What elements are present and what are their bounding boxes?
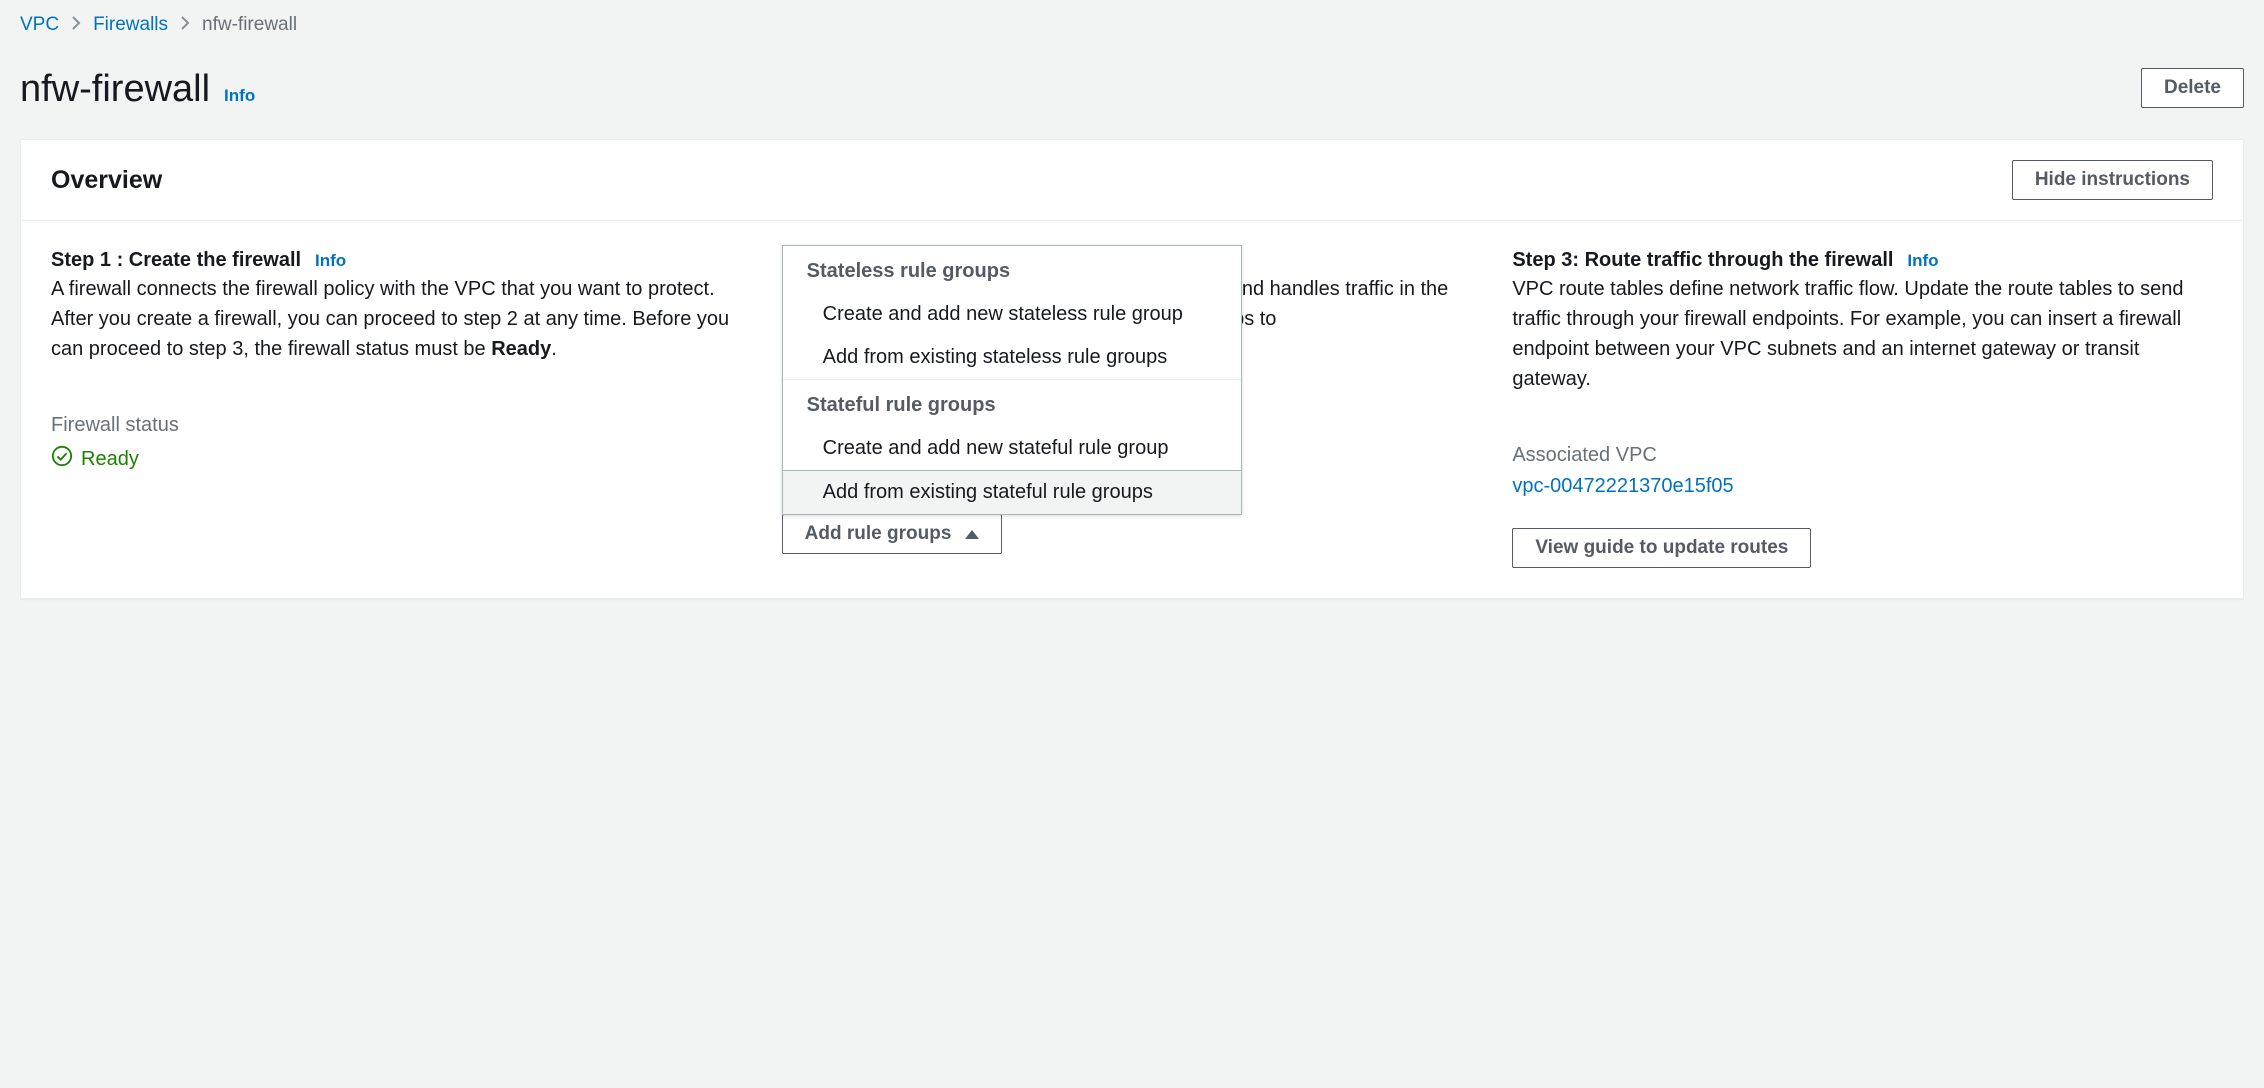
page-title: nfw-firewall [20,68,210,111]
menu-header-stateless: Stateless rule groups [783,246,1241,293]
page-header: nfw-firewall Info Delete [20,50,2244,139]
menu-item-create-stateless[interactable]: Create and add new stateless rule group [783,293,1241,336]
menu-item-existing-stateless[interactable]: Add from existing stateless rule groups [783,336,1241,379]
firewall-status-value: Ready [51,445,752,473]
chevron-right-icon [71,14,81,36]
view-guide-button[interactable]: View guide to update routes [1512,528,1811,568]
overview-title: Overview [51,166,162,195]
add-rule-groups-button[interactable]: Add rule groups [782,514,1003,554]
add-rule-groups-label: Add rule groups [805,523,952,545]
breadcrumb-firewalls[interactable]: Firewalls [93,14,168,36]
overview-header: Overview Hide instructions [21,140,2243,221]
menu-item-create-stateful[interactable]: Create and add new stateful rule group [783,427,1241,470]
firewall-status-label: Firewall status [51,414,752,437]
step3-column: Step 3: Route traffic through the firewa… [1512,249,2213,568]
delete-button[interactable]: Delete [2141,68,2244,108]
step1-description: A firewall connects the firewall policy … [51,274,752,364]
step1-info-link[interactable]: Info [315,251,346,270]
breadcrumb: VPC Firewalls nfw-firewall [20,0,2244,50]
hide-instructions-button[interactable]: Hide instructions [2012,160,2213,200]
menu-item-existing-stateful[interactable]: Add from existing stateful rule groups [783,470,1241,515]
overview-panel: Overview Hide instructions Step 1 : Crea… [20,139,2244,599]
associated-vpc-label: Associated VPC [1512,444,2213,467]
step1-column: Step 1 : Create the firewall Info A fire… [51,249,752,568]
chevron-right-icon [180,14,190,36]
step1-heading: Step 1 : Create the firewall [51,249,301,271]
step3-heading: Step 3: Route traffic through the firewa… [1512,249,1893,271]
check-circle-icon [51,445,73,473]
step3-description: VPC route tables define network traffic … [1512,274,2213,394]
add-rule-groups-menu: Stateless rule groups Create and add new… [782,245,1242,515]
firewall-status-text: Ready [81,448,139,471]
triangle-up-icon [965,530,979,539]
breadcrumb-current: nfw-firewall [202,14,297,36]
associated-vpc-link[interactable]: vpc-00472221370e15f05 [1512,475,1733,498]
menu-header-stateful: Stateful rule groups [783,379,1241,427]
breadcrumb-vpc[interactable]: VPC [20,14,59,36]
step3-info-link[interactable]: Info [1907,251,1938,270]
page-info-link[interactable]: Info [224,86,255,106]
step2-column: Step 2: Configure the firewall policy In… [782,249,1483,568]
